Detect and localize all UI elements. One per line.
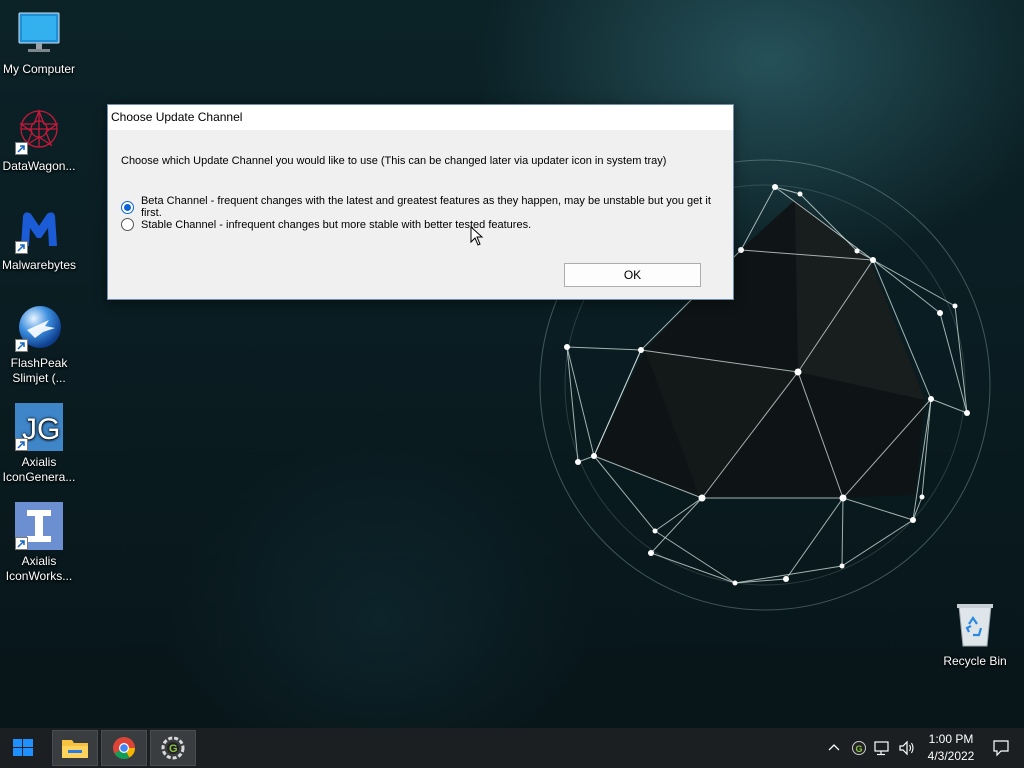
desktop-icon-recycle-bin[interactable]: Recycle Bin (935, 602, 1015, 669)
desktop-icon-axialis-iconworkshop[interactable]: Axialis IconWorks... (0, 502, 79, 584)
volume-icon[interactable] (898, 738, 916, 758)
clock-date: 4/3/2022 (927, 749, 975, 763)
beta-channel-option[interactable]: Beta Channel - frequent changes with the… (121, 195, 733, 219)
ok-button[interactable]: OK (564, 263, 701, 287)
network-icon[interactable] (873, 738, 891, 758)
app-tray-icon[interactable]: G (851, 738, 867, 758)
slimjet-icon (15, 304, 63, 352)
clock-time: 1:00 PM (928, 732, 974, 746)
clock[interactable]: 1:00 PM 4/3/2022 (918, 732, 984, 763)
beta-channel-label[interactable]: Beta Channel - frequent changes with the… (141, 195, 733, 219)
dialog-titlebar[interactable]: Choose Update Channel (108, 105, 733, 130)
shortcut-arrow-icon (15, 142, 28, 155)
update-channel-dialog: Choose Update Channel Choose which Updat… (107, 104, 734, 300)
chevron-up-icon[interactable] (828, 738, 840, 758)
stable-channel-radio[interactable] (121, 218, 134, 231)
chrome-icon (113, 737, 135, 759)
desktop-icon-datawagon[interactable]: DataWagon... (0, 107, 79, 174)
desktop-icon-axialis-icongenerator[interactable]: JG Axialis IconGenera... (0, 403, 79, 485)
desktop-icon-label: Recycle Bin (943, 654, 1007, 668)
monitor-icon (15, 10, 63, 58)
start-button[interactable] (0, 730, 46, 766)
datawagon-icon (15, 107, 63, 155)
taskbar: G G 1:00 PM 4/3/2022 (0, 728, 1024, 768)
app-gear-icon: G (161, 736, 185, 760)
desktop-icon-label: FlashPeak Slimjet (... (10, 356, 68, 385)
malwarebytes-icon (15, 206, 63, 254)
desktop-icon-label: Axialis IconGenera... (2, 455, 76, 484)
desktop-icon-label: Axialis IconWorks... (5, 554, 73, 583)
shortcut-arrow-icon (15, 241, 28, 254)
desktop-icon-label: My Computer (2, 62, 76, 76)
axialis-icongenerator-icon: JG (15, 403, 63, 451)
mouse-cursor-icon (470, 226, 484, 246)
recycle-bin-icon (951, 602, 999, 650)
shortcut-arrow-icon (15, 339, 28, 352)
desktop-icon-my-computer[interactable]: My Computer (0, 10, 79, 77)
shortcut-arrow-icon (15, 438, 28, 451)
beta-channel-radio[interactable] (121, 200, 134, 214)
taskbar-chrome[interactable] (101, 730, 147, 766)
file-explorer-icon (62, 740, 88, 758)
taskbar-file-explorer[interactable] (52, 730, 98, 766)
desktop-icon-slimjet[interactable]: FlashPeak Slimjet (... (0, 304, 79, 386)
dialog-title: Choose Update Channel (111, 110, 243, 124)
axialis-iconworkshop-icon (15, 502, 63, 550)
desktop: My Computer DataWagon... Malwarebytes Fl… (0, 0, 1024, 728)
notification-icon[interactable] (992, 738, 1010, 758)
svg-text:G: G (169, 743, 178, 755)
windows-start-icon (13, 739, 33, 756)
desktop-icon-malwarebytes[interactable]: Malwarebytes (0, 206, 79, 273)
desktop-icon-label: DataWagon... (2, 159, 76, 173)
svg-text:G: G (856, 744, 863, 754)
taskbar-app[interactable]: G (150, 730, 196, 766)
desktop-icon-label: Malwarebytes (1, 258, 77, 272)
dialog-prompt: Choose which Update Channel you would li… (121, 155, 667, 167)
shortcut-arrow-icon (15, 537, 28, 550)
